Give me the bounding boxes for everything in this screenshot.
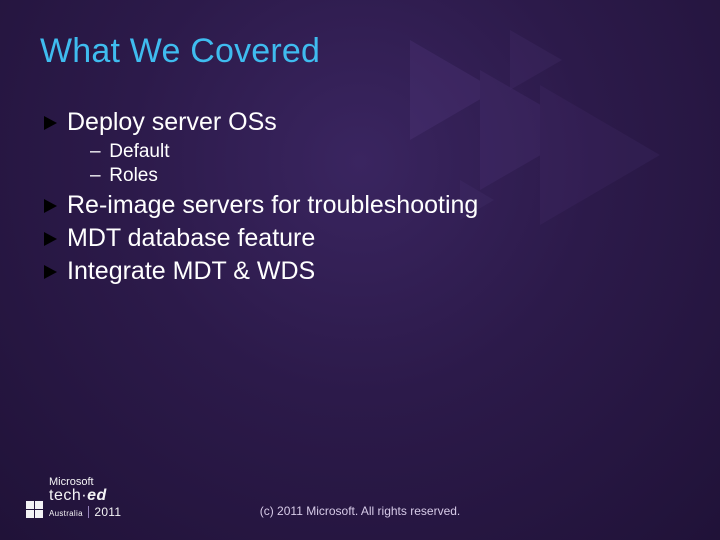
- bullet-level2: – Default: [90, 141, 644, 163]
- arrow-right-icon: [44, 265, 57, 279]
- bullet-level1: Deploy server OSs: [44, 108, 644, 137]
- arrow-right-icon: [44, 116, 57, 130]
- logo-product-b: ed: [87, 487, 107, 504]
- logo-product-a: tech: [49, 487, 81, 504]
- slide: What We Covered Deploy server OSs – Defa…: [0, 0, 720, 540]
- bullet-text: Deploy server OSs: [67, 108, 277, 137]
- arrow-right-icon: [44, 199, 57, 213]
- dash-icon: –: [90, 141, 104, 163]
- bullet-level1: Integrate MDT & WDS: [44, 257, 644, 286]
- bullet-level1: Re-image servers for troubleshooting: [44, 191, 644, 220]
- bullet-text: Integrate MDT & WDS: [67, 257, 315, 286]
- bullet-level1: MDT database feature: [44, 224, 644, 253]
- bullet-list: Deploy server OSs – Default – Roles Re-i…: [44, 104, 644, 290]
- arrow-right-icon: [44, 232, 57, 246]
- slide-title: What We Covered: [40, 32, 320, 71]
- bullet-text: Re-image servers for troubleshooting: [67, 191, 478, 220]
- dash-icon: –: [90, 165, 104, 187]
- bullet-level2: – Roles: [90, 165, 644, 187]
- bullet-text: MDT database feature: [67, 224, 315, 253]
- bullet-text: Default: [109, 141, 169, 162]
- bullet-text: Roles: [109, 165, 158, 186]
- footer-copyright: (c) 2011 Microsoft. All rights reserved.: [0, 504, 720, 518]
